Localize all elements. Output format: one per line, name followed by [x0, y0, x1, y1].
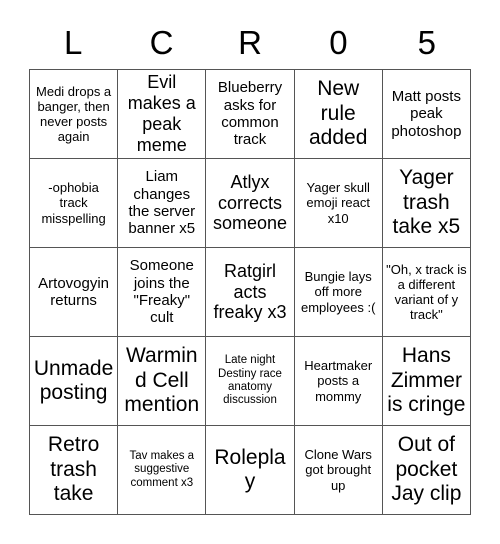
bingo-cell-text: Retro trash take	[47, 433, 100, 506]
bingo-cell-text: Heartmaker posts a mommy	[304, 358, 373, 404]
bingo-cell-text: "Oh, x track is a different variant of y…	[386, 261, 467, 323]
bingo-cell-r2c3[interactable]: Atlyx corrects someone	[206, 159, 295, 248]
bingo-cell-text: Roleplay	[214, 445, 286, 493]
bingo-cell-text: Clone Wars got brought up	[304, 447, 372, 493]
bingo-cell-r3c4[interactable]: Bungie lays off more employees :(	[294, 248, 383, 337]
bingo-cell-r1c2[interactable]: Evil makes a peak meme	[118, 70, 207, 159]
bingo-cell-r1c1[interactable]: Medi drops a banger, then never posts ag…	[30, 70, 119, 159]
bingo-cell-r5c5[interactable]: Out of pocket Jay clip	[382, 426, 471, 515]
bingo-cell-r4c4[interactable]: Heartmaker posts a mommy	[294, 337, 383, 426]
bingo-cell-r2c4[interactable]: Yager skull emoji react x10	[294, 159, 383, 248]
bingo-cell-text: Yager skull emoji react x10	[306, 180, 370, 226]
bingo-cell-text: Someone joins the "Freaky" cult	[129, 257, 194, 327]
bingo-cell-text: Yager trash take x5	[392, 166, 461, 239]
bingo-grid: Medi drops a banger, then never posts ag…	[29, 69, 471, 515]
bingo-cell-text: Artovogyin returns	[38, 274, 110, 309]
bingo-cell-text: Liam changes the server banner x5	[128, 168, 196, 238]
bingo-cell-text: Evil makes a peak meme	[127, 72, 196, 155]
bingo-header-letter-3: R	[238, 23, 262, 61]
bingo-cell-text: Late night Destiny race anatomy discussi…	[218, 354, 282, 407]
bingo-header-letter-2: C	[149, 23, 174, 61]
bingo-cell-r3c2[interactable]: Someone joins the "Freaky" cult	[118, 248, 207, 337]
bingo-cell-text: New rule added	[308, 77, 368, 150]
bingo-cell-r5c2[interactable]: Tav makes a suggestive comment x3	[118, 426, 207, 515]
bingo-cell-r5c1[interactable]: Retro trash take	[30, 426, 119, 515]
bingo-cell-r2c1[interactable]: -ophobia track misspelling	[30, 159, 119, 248]
bingo-cell-text: Bungie lays off more employees :(	[300, 269, 376, 315]
bingo-cell-text: Warmind Cell mention	[124, 344, 200, 417]
bingo-cell-r4c3[interactable]: Late night Destiny race anatomy discussi…	[206, 337, 295, 426]
bingo-cell-r5c3[interactable]: Roleplay	[206, 426, 295, 515]
bingo-cell-r3c3[interactable]: Ratgirl acts freaky x3	[206, 248, 295, 337]
bingo-cell-text: Tav makes a suggestive comment x3	[129, 450, 195, 489]
bingo-cell-text: Matt posts peak photoshop	[391, 87, 462, 140]
bingo-cell-text: Out of pocket Jay clip	[391, 433, 462, 506]
bingo-cell-text: Unmade posting	[33, 356, 114, 404]
bingo-cell-text: Blueberry asks for common track	[217, 79, 283, 149]
bingo-cell-r3c1[interactable]: Artovogyin returns	[30, 248, 119, 337]
bingo-cell-r1c5[interactable]: Matt posts peak photoshop	[382, 70, 471, 159]
bingo-cell-text: Ratgirl acts freaky x3	[213, 260, 287, 323]
bingo-cell-r1c3[interactable]: Blueberry asks for common track	[206, 70, 295, 159]
bingo-cell-r2c5[interactable]: Yager trash take x5	[382, 159, 471, 248]
bingo-cell-r5c4[interactable]: Clone Wars got brought up	[294, 426, 383, 515]
bingo-cell-text: Medi drops a banger, then never posts ag…	[36, 83, 112, 145]
bingo-cell-text: Hans Zimmer is cringe	[387, 344, 466, 417]
bingo-header-letter-5: 5	[417, 23, 436, 61]
bingo-cell-text: Atlyx corrects someone	[212, 171, 288, 234]
bingo-cell-r1c4[interactable]: New rule added	[294, 70, 383, 159]
bingo-cell-r4c5[interactable]: Hans Zimmer is cringe	[382, 337, 471, 426]
bingo-cell-text: -ophobia track misspelling	[41, 180, 106, 226]
bingo-cell-r2c2[interactable]: Liam changes the server banner x5	[118, 159, 207, 248]
bingo-cell-r3c5[interactable]: "Oh, x track is a different variant of y…	[382, 248, 471, 337]
bingo-card: L C R 0 5 Medi drops a banger, then neve…	[0, 0, 500, 544]
bingo-cell-r4c1[interactable]: Unmade posting	[30, 337, 119, 426]
bingo-header-letter-4: 0	[329, 23, 348, 61]
bingo-cell-r4c2[interactable]: Warmind Cell mention	[118, 337, 207, 426]
bingo-header-letter-1: L	[64, 23, 83, 61]
bingo-header-row: L C R 0 5	[29, 18, 471, 66]
